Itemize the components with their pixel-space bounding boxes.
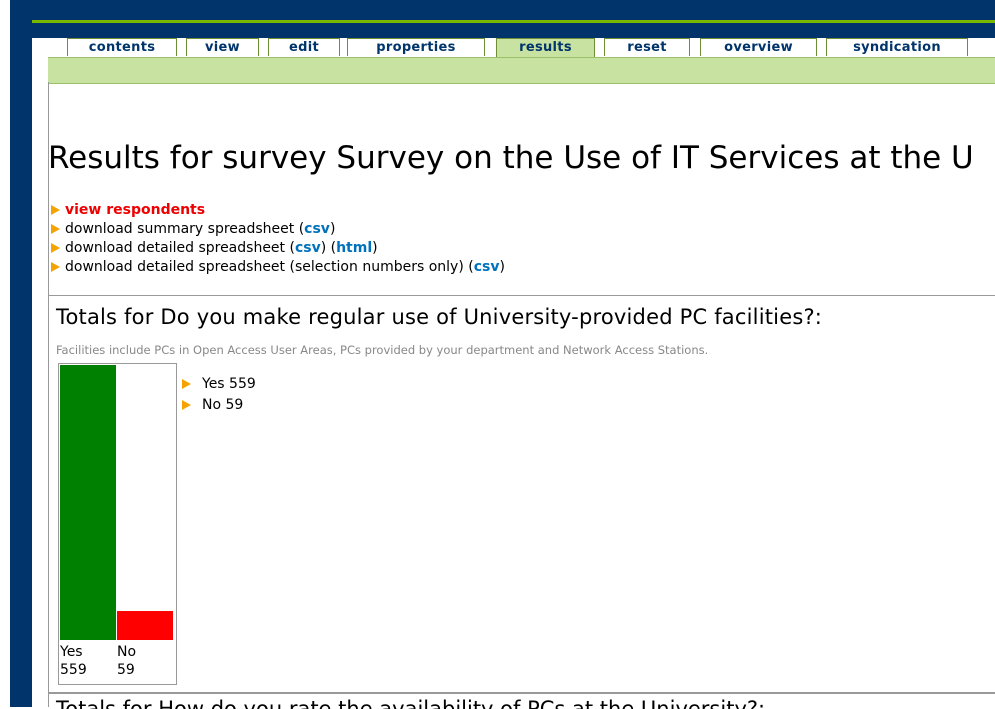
tab-bar: contents view edit properties results re… [48, 38, 995, 58]
question-results-section: Totals for Do you make regular use of Un… [48, 295, 995, 693]
header-accent-line [32, 20, 995, 23]
header-band [10, 0, 995, 38]
tab-content-strip [48, 57, 995, 84]
detailed-label: download detailed spreadsheet ( [65, 240, 295, 256]
detailed-csv-link[interactable]: csv [295, 240, 321, 256]
page-title: Results for survey Survey on the Use of … [48, 140, 974, 176]
list-item: download detailed spreadsheet (selection… [50, 258, 505, 277]
app-frame: contents view edit properties results re… [0, 0, 995, 709]
tab-properties[interactable]: properties [347, 38, 485, 56]
detailed-html-link[interactable]: html [336, 240, 372, 256]
view-respondents-link[interactable]: view respondents [65, 202, 205, 218]
data-label: 559 [60, 662, 87, 678]
paren-close: ) [329, 221, 336, 237]
bar-chart: Yes 559 No 59 [58, 363, 177, 685]
tab-view[interactable]: view [186, 38, 259, 56]
tab-contents[interactable]: contents [67, 38, 177, 56]
paren-close: ) [499, 259, 505, 275]
orange-arrow-icon [182, 400, 191, 410]
orange-arrow-icon [182, 379, 191, 389]
orange-arrow-icon [51, 205, 60, 215]
orange-arrow-icon [51, 243, 60, 253]
tab-results[interactable]: results [496, 38, 595, 58]
x-tick-label: No [117, 644, 137, 660]
chart-bar-no [117, 611, 173, 640]
tab-overview[interactable]: overview [700, 38, 817, 56]
question-title: Totals for Do you make regular use of Un… [56, 305, 823, 329]
paren-close: ) [372, 240, 378, 256]
left-sidebar-band [10, 38, 32, 707]
legend-item: No 59 [182, 395, 256, 416]
tab-edit[interactable]: edit [268, 38, 340, 56]
question-description: Facilities include PCs in Open Access Us… [56, 343, 709, 357]
list-item: view respondents [50, 201, 505, 220]
x-tick-label: Yes [60, 644, 83, 660]
summary-csv-link[interactable]: csv [304, 221, 330, 237]
chart-bar-yes [60, 365, 116, 640]
list-item: download summary spreadsheet (csv) [50, 220, 505, 239]
chart-legend: Yes 559 No 59 [182, 374, 256, 416]
selection-csv-link[interactable]: csv [474, 259, 500, 275]
next-question-section: Totals for How do you rate the availabil… [48, 692, 995, 709]
tab-syndication[interactable]: syndication [826, 38, 968, 56]
tab-reset[interactable]: reset [604, 38, 690, 56]
legend-item: Yes 559 [182, 374, 256, 395]
summary-label: download summary spreadsheet ( [65, 221, 305, 237]
legend-label: No 59 [202, 397, 244, 413]
paren-mid: ) ( [320, 240, 337, 256]
outer-margin [0, 0, 10, 707]
next-question-title: Totals for How do you rate the availabil… [56, 697, 766, 709]
orange-arrow-icon [51, 262, 60, 272]
data-label: 59 [117, 662, 135, 678]
list-item: download detailed spreadsheet (csv) (htm… [50, 239, 505, 258]
results-links: view respondents download summary spread… [50, 201, 505, 277]
orange-arrow-icon [51, 224, 60, 234]
selection-label: download detailed spreadsheet (selection… [65, 259, 474, 275]
legend-label: Yes 559 [202, 376, 256, 392]
